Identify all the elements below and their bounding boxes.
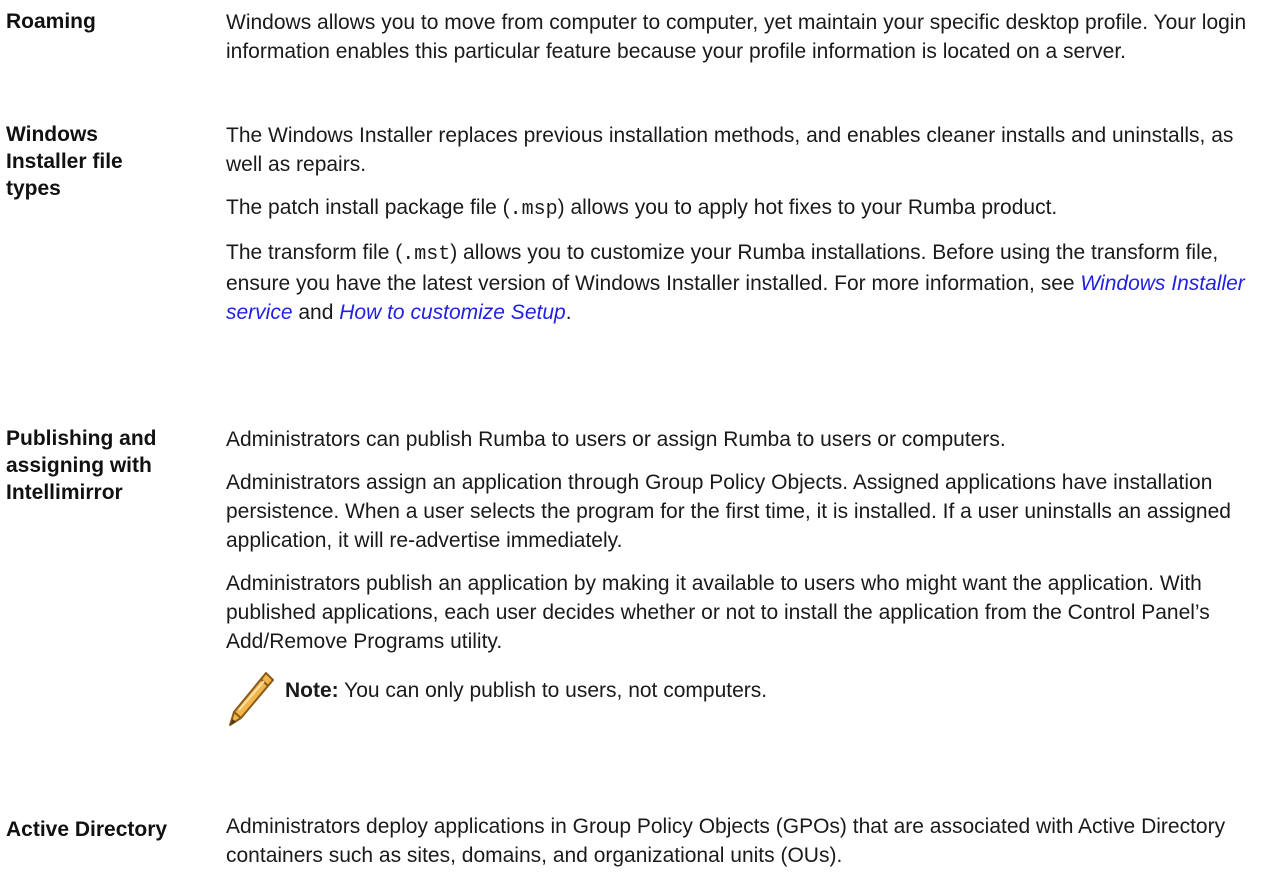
note-body: You can only publish to users, not compu… xyxy=(338,679,768,702)
publishing-paragraph-3: Administrators publish an application by… xyxy=(226,572,1210,653)
installer-p3-and: and xyxy=(292,301,340,324)
installer-p3-period: . xyxy=(565,301,572,324)
term-roaming: Roaming xyxy=(6,10,96,33)
definition-installer: The Windows Installer replaces previous … xyxy=(226,121,1251,327)
installer-paragraph-3: The transform file (.mst) allows you to … xyxy=(226,238,1251,327)
definition-roaming: Windows allows you to move from computer… xyxy=(226,8,1251,66)
definition-publishing: Administrators can publish Rumba to user… xyxy=(226,425,1251,728)
pencil-icon xyxy=(229,672,274,726)
installer-paragraph-1: The Windows Installer replaces previous … xyxy=(226,124,1234,176)
installer-p3-text: The transform file ( xyxy=(226,241,403,264)
note-text: Note: You can only publish to users, not… xyxy=(285,676,767,705)
publishing-paragraph-1: Administrators can publish Rumba to user… xyxy=(226,428,1006,451)
note-callout: Note: You can only publish to users, not… xyxy=(226,670,1251,728)
roaming-paragraph: Windows allows you to move from computer… xyxy=(226,11,1247,63)
msp-file-extension: .msp xyxy=(509,198,558,221)
installer-p2-text: The patch install package file ( xyxy=(226,196,510,219)
definition-active-directory: Administrators deploy applications in Gr… xyxy=(226,812,1251,870)
term-publishing-and-assigning: Publishing and assigning with Intellimir… xyxy=(6,427,157,504)
note-label: Note: xyxy=(285,679,339,702)
term-active-directory: Active Directory xyxy=(6,818,168,841)
publishing-paragraph-2: Administrators assign an application thr… xyxy=(226,471,1231,552)
installer-paragraph-2: The patch install package file (.msp) al… xyxy=(226,193,1251,224)
mst-file-extension: .mst xyxy=(402,243,451,266)
installer-p2-text-end: ) allows you to apply hot fixes to your … xyxy=(557,196,1058,219)
active-directory-paragraph: Administrators deploy applications in Gr… xyxy=(226,815,1226,867)
how-to-customize-setup-link[interactable]: How to customize Setup xyxy=(339,301,565,324)
term-windows-installer-file-types: Windows Installer file types xyxy=(6,123,123,200)
